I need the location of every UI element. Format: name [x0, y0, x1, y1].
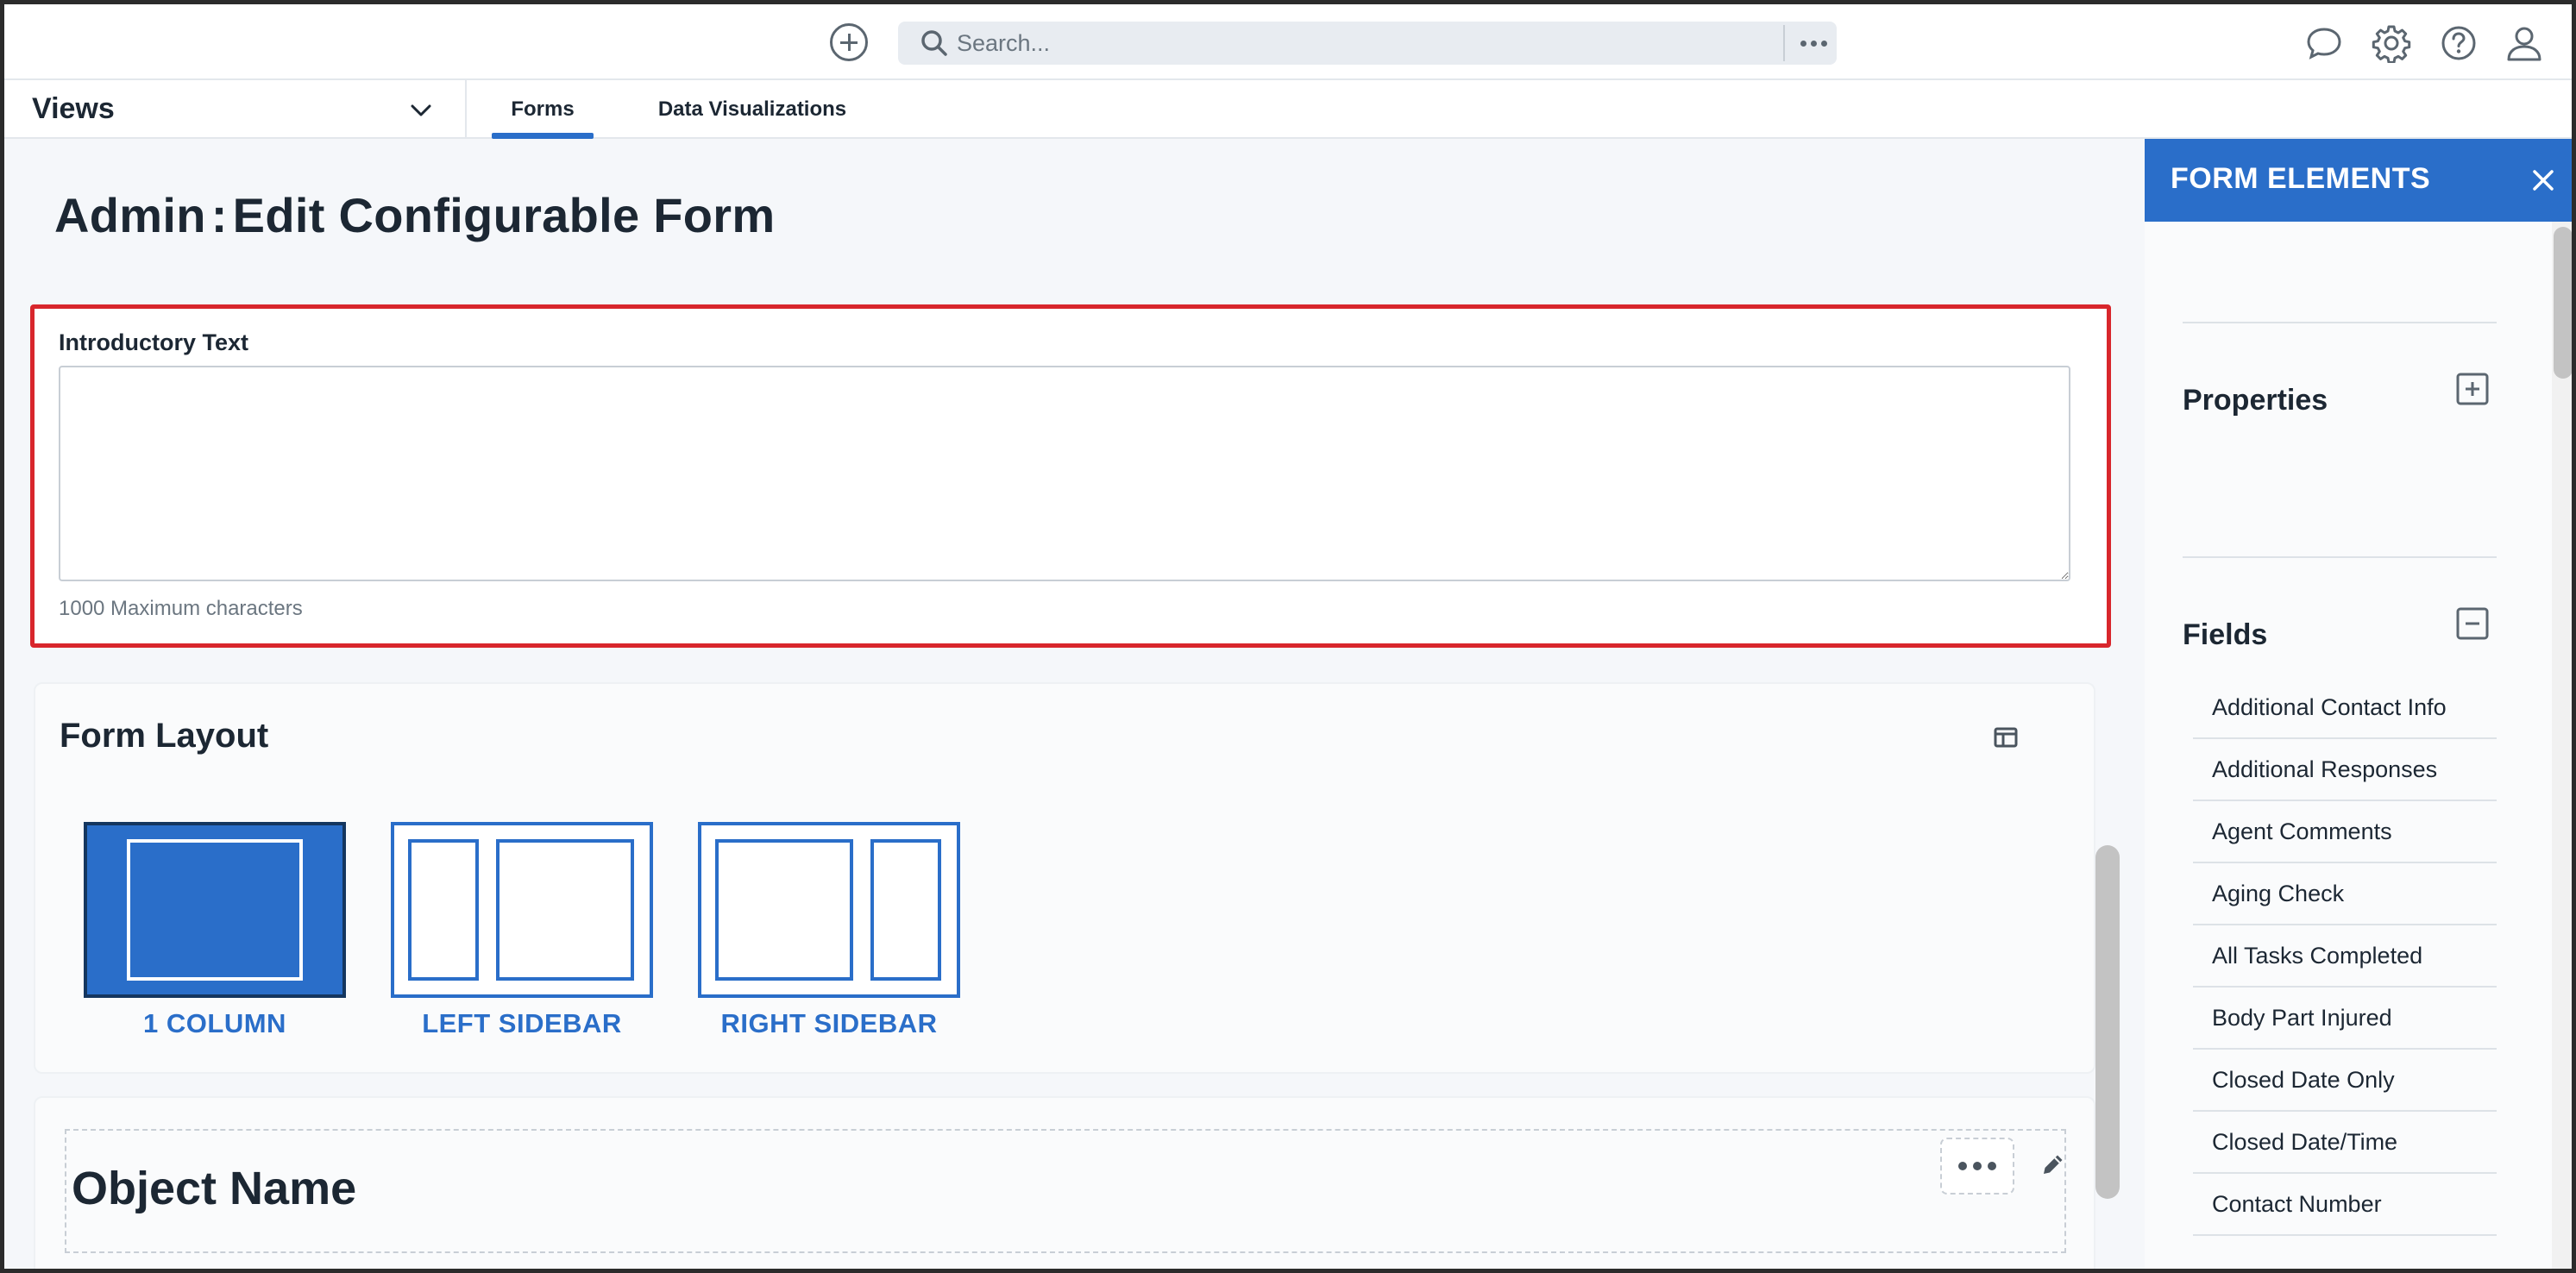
layout-thumb-sidebar	[870, 839, 941, 981]
page-title-text: Edit Configurable Form	[232, 188, 776, 242]
tab-forms[interactable]: Forms	[492, 80, 594, 139]
object-name-heading: Object Name	[72, 1163, 357, 1214]
introductory-text-section: Introductory Text 1000 Maximum character…	[30, 304, 2111, 648]
pencil-icon[interactable]	[2039, 1150, 2068, 1179]
top-bar	[4, 4, 2572, 80]
search-bar[interactable]	[898, 22, 1837, 65]
form-elements-panel: FORM ELEMENTS Properties Fields Addition…	[2145, 139, 2572, 1269]
chevron-down-icon[interactable]	[406, 96, 436, 125]
layout-option-1-column[interactable]: 1 COLUMN	[84, 822, 346, 1039]
nav-row: Views Forms Data Visualizations	[4, 80, 2572, 139]
layout-option-left-sidebar[interactable]: LEFT SIDEBAR	[391, 822, 653, 1039]
character-limit-hint: 1000 Maximum characters	[59, 597, 303, 620]
tab-data-visualizations[interactable]: Data Visualizations	[640, 80, 864, 139]
form-layout-title: Form Layout	[60, 717, 269, 755]
views-label: Views	[32, 92, 115, 125]
chat-icon[interactable]	[2304, 23, 2344, 63]
field-item[interactable]: Additional Responses	[2193, 739, 2497, 801]
field-item[interactable]: Closed Date/Time	[2193, 1112, 2497, 1174]
fields-title: Fields	[2183, 618, 2268, 651]
field-item[interactable]: Aging Check	[2193, 863, 2497, 925]
panel-scroll-track	[2552, 222, 2572, 1269]
object-section: Object Name	[34, 1096, 2095, 1269]
field-item[interactable]: Body Part Injured	[2193, 988, 2497, 1050]
field-item[interactable]: Additional Contact Info	[2193, 677, 2497, 739]
expand-icon[interactable]	[2455, 372, 2490, 406]
more-icon[interactable]	[1790, 22, 1837, 65]
more-icon[interactable]	[1940, 1138, 2014, 1195]
layout-option-label: RIGHT SIDEBAR	[720, 1008, 938, 1038]
layout-thumb-1-column[interactable]	[84, 822, 346, 998]
properties-title: Properties	[2183, 384, 2328, 417]
panel-divider	[2183, 556, 2497, 558]
views-dropdown[interactable]: Views	[4, 80, 467, 139]
layout-option-label: LEFT SIDEBAR	[422, 1008, 622, 1038]
panel-scrollbar[interactable]	[2554, 227, 2572, 379]
layout-option-label: 1 COLUMN	[143, 1008, 286, 1038]
layout-thumb-left-sidebar[interactable]	[391, 822, 653, 998]
close-icon[interactable]	[2528, 165, 2559, 196]
layout-thumb-column	[127, 839, 303, 981]
panel-divider	[2183, 322, 2497, 323]
introductory-text-input[interactable]	[59, 366, 2070, 581]
layout-thumb-column	[496, 839, 634, 981]
form-layout-section: Form Layout 1 COLUMN LEFT SIDEBAR RIGHT …	[34, 682, 2095, 1074]
page-title: Admin: Edit Configurable Form	[54, 187, 775, 243]
layout-thumb-sidebar	[408, 839, 479, 981]
panel-header: FORM ELEMENTS	[2145, 139, 2572, 222]
panel-body: Properties Fields Additional Contact Inf…	[2145, 222, 2572, 1269]
page-title-prefix: Admin	[54, 188, 206, 242]
layout-thumb-column	[715, 839, 853, 981]
user-icon[interactable]	[2504, 23, 2544, 63]
field-item[interactable]: All Tasks Completed	[2193, 925, 2497, 988]
main-scrollbar[interactable]	[2095, 845, 2120, 1199]
panel-title: FORM ELEMENTS	[2171, 162, 2431, 195]
collapse-icon[interactable]	[2455, 606, 2490, 641]
app-window: Views Forms Data Visualizations Admin:Ed…	[0, 0, 2576, 1273]
object-name-block[interactable]: Object Name	[65, 1129, 2066, 1253]
search-input[interactable]	[957, 22, 1750, 65]
search-icon	[921, 30, 947, 56]
introductory-text-label: Introductory Text	[59, 329, 249, 355]
page-title-separator: :	[210, 188, 228, 242]
layout-thumb-right-sidebar[interactable]	[698, 822, 960, 998]
field-item[interactable]: Agent Comments	[2193, 801, 2497, 863]
search-divider	[1783, 25, 1785, 61]
gear-icon[interactable]	[2372, 23, 2411, 63]
help-icon[interactable]	[2439, 23, 2479, 63]
layout-icon[interactable]	[1992, 724, 2020, 751]
add-circle-icon[interactable]	[830, 23, 868, 61]
field-item[interactable]: Closed Date Only	[2193, 1050, 2497, 1112]
field-item[interactable]: Contact Number	[2193, 1174, 2497, 1236]
layout-option-right-sidebar[interactable]: RIGHT SIDEBAR	[698, 822, 960, 1039]
